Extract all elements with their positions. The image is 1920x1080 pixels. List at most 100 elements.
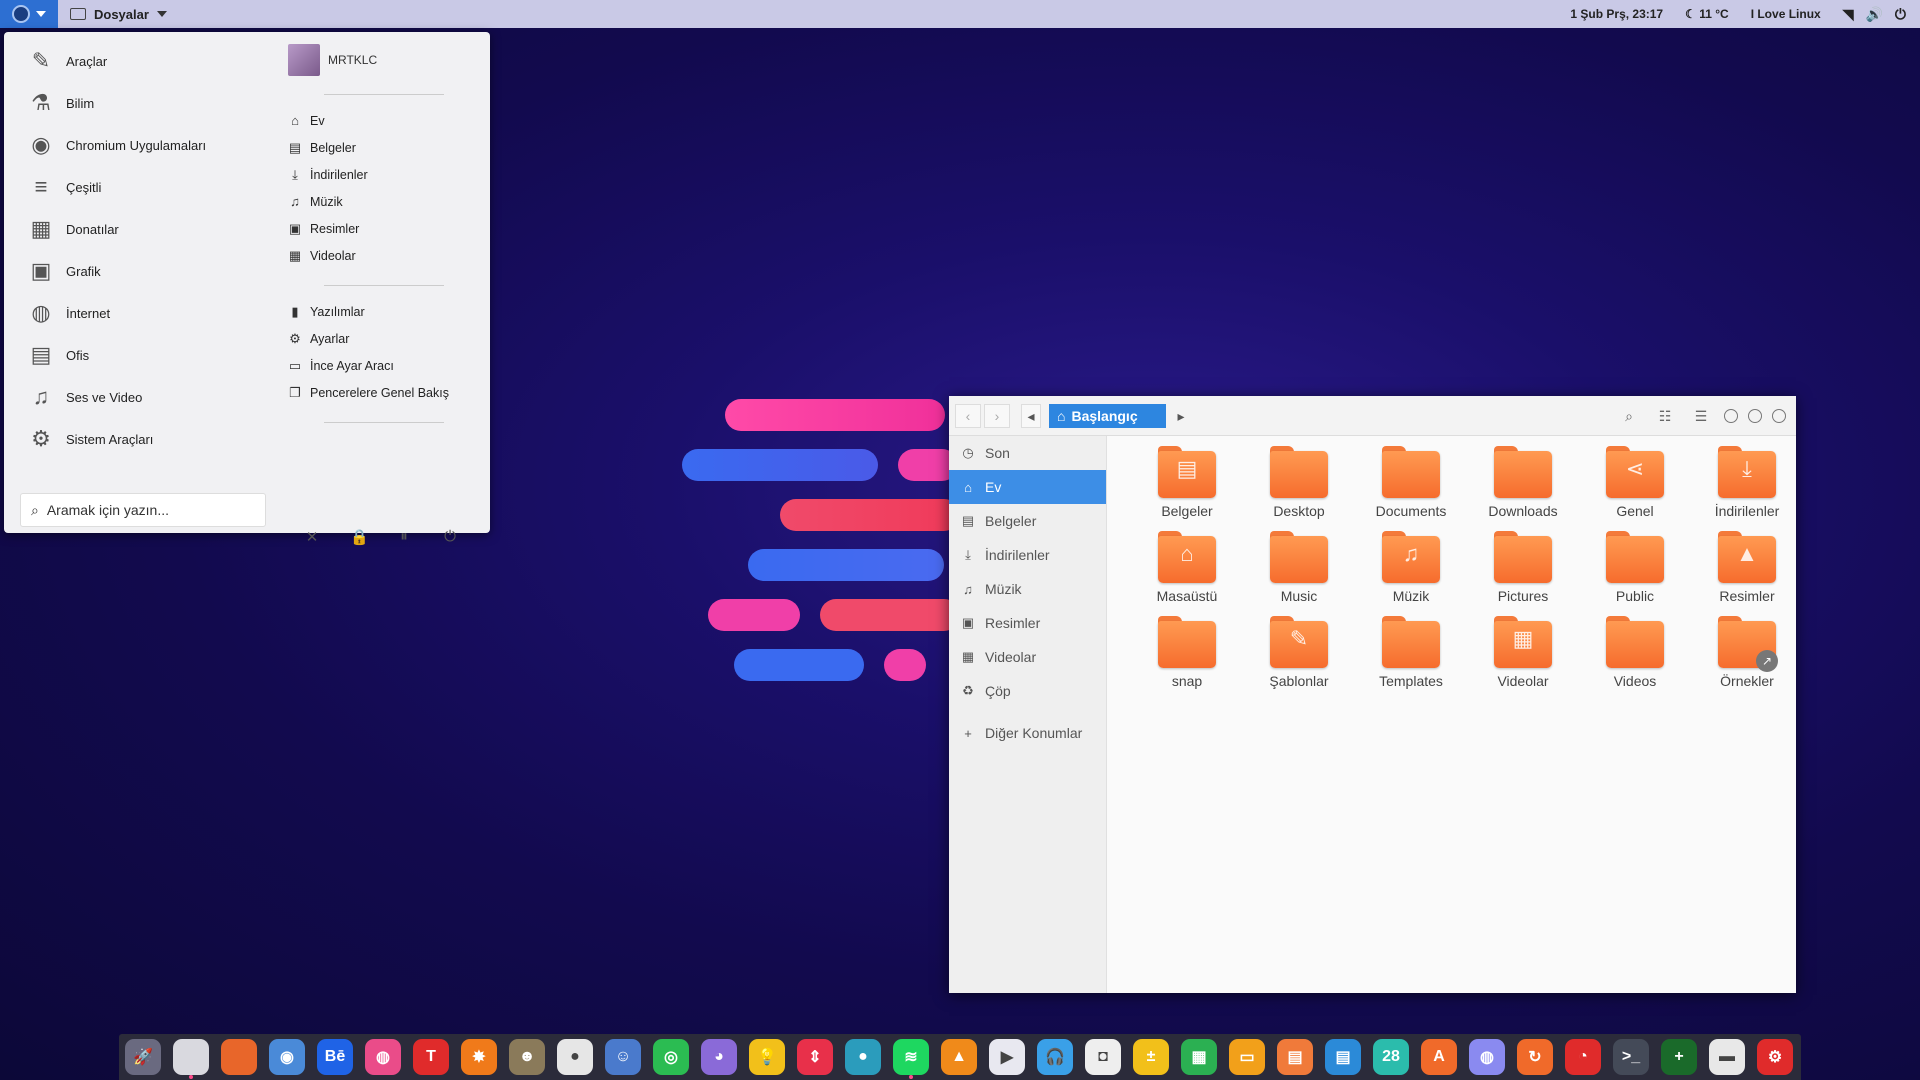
menu-system-item[interactable]: ❐ Pencerelere Genel Bakış — [288, 379, 478, 406]
search-icon[interactable]: ⌕ — [1616, 404, 1642, 428]
weather-indicator[interactable]: ☾ 11 °C — [1685, 7, 1729, 21]
sidebar-item[interactable]: ▣ Resimler — [949, 606, 1106, 640]
view-list-icon[interactable]: ☷ — [1652, 404, 1678, 428]
folder-item[interactable]: Public — [1579, 531, 1691, 604]
folder-item[interactable]: snap — [1131, 616, 1243, 689]
folder-item[interactable]: Music — [1243, 531, 1355, 604]
settings-panel-icon[interactable]: ▬ — [1709, 1039, 1745, 1075]
sidebar-item[interactable]: ◷ Son — [949, 436, 1106, 470]
folder-item[interactable]: Templates — [1355, 616, 1467, 689]
folder-item[interactable]: ⋖ Genel — [1579, 446, 1691, 519]
folder-item[interactable]: ↗ Örnekler — [1691, 616, 1803, 689]
forward-button[interactable]: › — [984, 404, 1010, 428]
presentation-icon[interactable]: ▭ — [1229, 1039, 1265, 1075]
app-launcher-button[interactable] — [0, 0, 58, 28]
menu-category-item[interactable]: ▣ Grafik — [26, 250, 206, 292]
maximize-button[interactable] — [1748, 409, 1762, 423]
path-left-button[interactable]: ◂ — [1021, 404, 1041, 428]
folder-item[interactable]: Videos — [1579, 616, 1691, 689]
idea-icon[interactable]: 💡 — [749, 1039, 785, 1075]
volume-icon[interactable]: 🔊 — [1865, 6, 1882, 23]
folder-item[interactable]: Downloads — [1467, 446, 1579, 519]
folder-item[interactable]: ✎ Şablonlar — [1243, 616, 1355, 689]
sidebar-item[interactable]: ♻ Çöp — [949, 674, 1106, 708]
sidebar-item[interactable]: ♫ Müzik — [949, 572, 1106, 606]
kdenlive-icon[interactable]: ▶ — [989, 1039, 1025, 1075]
close-icon[interactable]: ✕ — [304, 528, 320, 546]
menu-category-item[interactable]: ◉ Chromium Uygulamaları — [26, 124, 206, 166]
software-center-icon[interactable]: A — [1421, 1039, 1457, 1075]
screencast-icon[interactable]: ● — [845, 1039, 881, 1075]
menu-place-item[interactable]: ▤ Belgeler — [288, 134, 478, 161]
spotify-icon[interactable]: ≋ — [893, 1039, 929, 1079]
menu-place-item[interactable]: ▣ Resimler — [288, 215, 478, 242]
menu-category-item[interactable]: ▦ Donatılar — [26, 208, 206, 250]
pidgin-icon[interactable]: ◕ — [701, 1039, 737, 1075]
folder-item[interactable]: Pictures — [1467, 531, 1579, 604]
power-icon[interactable]: ⏻ — [442, 528, 458, 546]
menu-system-item[interactable]: ▭ İnce Ayar Aracı — [288, 352, 478, 379]
sidebar-item[interactable]: + Diğer Konumlar — [949, 716, 1106, 750]
sidebar-item[interactable]: ⤓ İndirilenler — [949, 538, 1106, 572]
menu-category-item[interactable]: ♫ Ses ve Video — [26, 376, 206, 418]
folder-item[interactable]: ⌂ Masaüstü — [1131, 531, 1243, 604]
lock-icon[interactable]: 🔒 — [350, 528, 369, 546]
menu-category-item[interactable]: ⚗ Bilim — [26, 82, 206, 124]
menu-place-item[interactable]: ♫ Müzik — [288, 188, 478, 215]
writer-icon[interactable]: ▤ — [1325, 1039, 1361, 1075]
menu-system-item[interactable]: ⚙ Ayarlar — [288, 325, 478, 352]
power-settings-icon[interactable]: ⚙ — [1757, 1039, 1793, 1075]
tagline[interactable]: I Love Linux — [1751, 7, 1821, 21]
vlc-icon[interactable]: ▲ — [941, 1039, 977, 1075]
path-home-button[interactable]: ⌂ Başlangıç — [1049, 404, 1166, 428]
folder-item[interactable]: ▦ Videolar — [1467, 616, 1579, 689]
sync-icon[interactable]: ↻ — [1517, 1039, 1553, 1075]
user-row[interactable]: MRTKLC — [288, 42, 478, 78]
anydesk-icon[interactable]: ⇕ — [797, 1039, 833, 1075]
menu-place-item[interactable]: ⌂ Ev — [288, 107, 478, 134]
spark-icon[interactable]: ✸ — [461, 1039, 497, 1075]
sidebar-item[interactable]: ⌂ Ev — [949, 470, 1106, 504]
menu-category-item[interactable]: ▤ Ofis — [26, 334, 206, 376]
rocket-launcher-icon[interactable]: 🚀 — [125, 1039, 161, 1075]
camera-icon[interactable]: ● — [557, 1039, 593, 1075]
behance-icon[interactable]: Bē — [317, 1039, 353, 1075]
sidebar-item[interactable]: ▤ Belgeler — [949, 504, 1106, 538]
slides-icon[interactable]: ▤ — [1277, 1039, 1313, 1075]
active-app-menu[interactable]: Dosyalar — [58, 0, 179, 28]
menu-category-item[interactable]: ◍ İnternet — [26, 292, 206, 334]
typora-icon[interactable]: T — [413, 1039, 449, 1075]
menu-place-item[interactable]: ⤓ İndirilenler — [288, 161, 478, 188]
speedometer-icon[interactable]: ◔ — [1565, 1039, 1601, 1075]
system-monitor-icon[interactable]: + — [1661, 1039, 1697, 1075]
folder-item[interactable]: ♫ Müzik — [1355, 531, 1467, 604]
sidebar-item[interactable]: ▦ Videolar — [949, 640, 1106, 674]
menu-category-item[interactable]: ⚙ Sistem Araçları — [26, 418, 206, 460]
files-icon[interactable] — [173, 1039, 209, 1079]
folder-item[interactable]: Documents — [1355, 446, 1467, 519]
power-icon[interactable]: ⏻ — [1895, 6, 1906, 23]
menu-system-item[interactable]: ▮ Yazılımlar — [288, 298, 478, 325]
menu-icon[interactable]: ☰ — [1688, 404, 1714, 428]
menu-search-input[interactable]: ⌕ Aramak için yazın... — [20, 493, 266, 527]
gimp-icon[interactable]: ☻ — [509, 1039, 545, 1075]
clock[interactable]: 1 Şub Prş, 23:17 — [1570, 7, 1663, 21]
minimize-button[interactable] — [1724, 409, 1738, 423]
steam-icon[interactable]: ◘ — [1085, 1039, 1121, 1075]
menu-place-item[interactable]: ▦ Videolar — [288, 242, 478, 269]
headphones-icon[interactable]: 🎧 — [1037, 1039, 1073, 1075]
discord-icon[interactable]: ◍ — [1469, 1039, 1505, 1075]
system-tray[interactable]: ◥ 🔊 ⏻ — [1843, 6, 1906, 23]
folder-item[interactable]: ▲ Resimler — [1691, 531, 1803, 604]
folder-item[interactable]: ⤓ İndirilenler — [1691, 446, 1803, 519]
whatsapp-icon[interactable]: ◎ — [653, 1039, 689, 1075]
folder-item[interactable]: Desktop — [1243, 446, 1355, 519]
github-icon[interactable]: ☺ — [605, 1039, 641, 1075]
dribbble-icon[interactable]: ◍ — [365, 1039, 401, 1075]
calendar-icon[interactable]: 28 — [1373, 1039, 1409, 1075]
suspend-icon[interactable]: ⏸ — [396, 528, 412, 546]
close-button[interactable] — [1772, 409, 1786, 423]
menu-category-item[interactable]: ✎ Araçlar — [26, 40, 206, 82]
menu-category-item[interactable]: ≡ Çeşitli — [26, 166, 206, 208]
back-button[interactable]: ‹ — [955, 404, 981, 428]
